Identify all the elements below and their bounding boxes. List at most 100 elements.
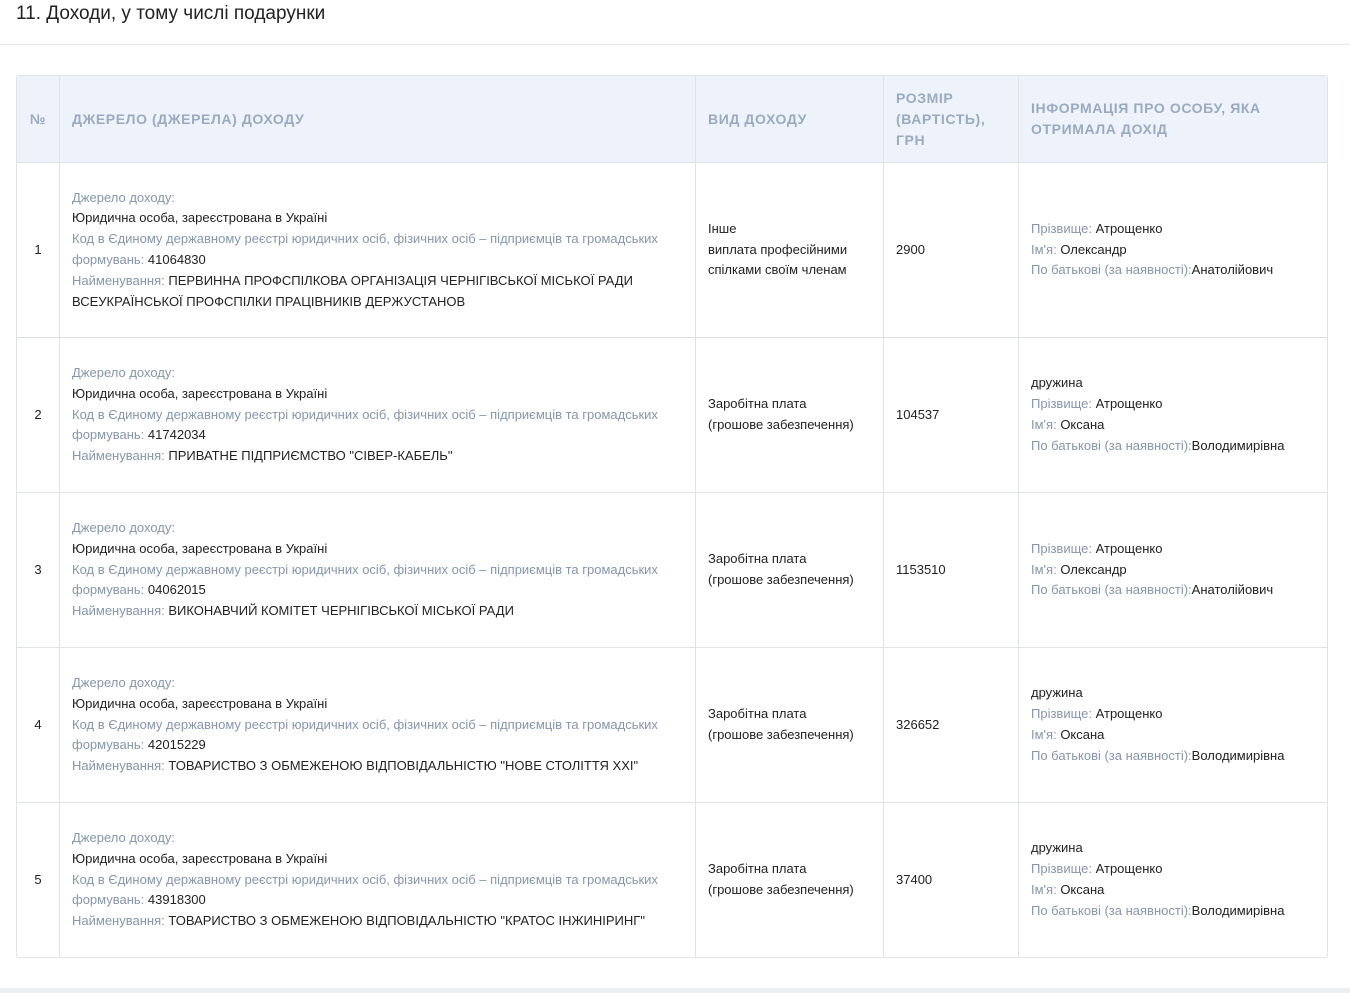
source-heading-label: Джерело доходу: <box>72 189 175 205</box>
registry-code-value: 41064830 <box>147 252 206 267</box>
recipient-relation: дружина <box>1031 375 1083 391</box>
organization-name-value: ТОВАРИСТВО З ОБМЕЖЕНОЮ ВІДПОВІДАЛЬНІСТЮ … <box>168 758 639 774</box>
header-recipient-info: ІНФОРМАЦІЯ ПРО ОСОБУ, ЯКА ОТРИМАЛА ДОХІД <box>1019 76 1327 163</box>
organization-name-label: Найменування: <box>72 272 165 288</box>
patronymic-value: Володимирівна <box>1191 437 1285 453</box>
recipient-relation: дружина <box>1031 685 1083 701</box>
organization-name-label: Найменування: <box>72 913 165 929</box>
patronymic-label: По батькові (за наявності): <box>1031 582 1192 598</box>
row-number: 3 <box>17 493 60 648</box>
patronymic-label: По батькові (за наявності): <box>1031 262 1192 278</box>
source-heading-label: Джерело доходу: <box>72 675 175 690</box>
amount-cell: 1153510 <box>884 493 1019 648</box>
income-type-cell: Заробітна плата (грошове забезпечення) <box>696 648 884 803</box>
row-number: 1 <box>17 163 60 338</box>
registry-code-value: 42015229 <box>147 737 206 753</box>
row-number: 2 <box>17 338 60 493</box>
header-income-type: ВИД ДОХОДУ <box>696 76 884 163</box>
surname-label: Прізвище: <box>1031 706 1092 722</box>
first-name-value: Олександр <box>1060 241 1127 257</box>
surname-label: Прізвище: <box>1031 396 1092 412</box>
income-table: № ДЖЕРЕЛО (ДЖЕРЕЛА) ДОХОДУ ВИД ДОХОДУ РО… <box>16 75 1328 958</box>
first-name-value: Олександр <box>1060 561 1127 577</box>
surname-label: Прізвище: <box>1031 861 1092 877</box>
table-row: 1 Джерело доходу: Юридична особа, зареєс… <box>17 163 1327 338</box>
first-name-label: Ім'я: <box>1031 882 1057 897</box>
patronymic-label: По батькові (за наявності): <box>1031 902 1192 918</box>
income-type-main: Заробітна плата <box>708 706 807 722</box>
income-source-cell: Джерело доходу: Юридична особа, зареєстр… <box>60 338 696 493</box>
registry-code-value: 41742034 <box>147 427 206 443</box>
row-number: 4 <box>17 648 60 803</box>
entity-type: Юридична особа, зареєстрована в Україні <box>72 850 328 866</box>
patronymic-value: Володимирівна <box>1191 902 1285 918</box>
recipient-info-cell: Прізвище: Атрощенко Ім'я: Олександр По бат… <box>1019 163 1327 338</box>
row-number: 5 <box>17 803 60 957</box>
surname-label: Прізвище: <box>1031 540 1092 556</box>
patronymic-label: По батькові (за наявності): <box>1031 747 1192 763</box>
header-amount: РОЗМІР (ВАРТІСТЬ), ГРН <box>884 76 1019 163</box>
bottom-divider <box>0 988 1350 993</box>
income-source-cell: Джерело доходу: Юридична особа, зареєстр… <box>60 493 696 648</box>
organization-name-label: Найменування: <box>72 448 165 464</box>
income-type-main: Заробітна плата <box>708 861 807 877</box>
table-row: 2 Джерело доходу: Юридична особа, зареєс… <box>17 338 1327 493</box>
income-source-cell: Джерело доходу: Юридична особа, зареєстр… <box>60 803 696 957</box>
entity-type: Юридична особа, зареєстрована в Україні <box>72 385 328 401</box>
recipient-info-cell: дружина Прізвище: Атрощенко Ім'я: Оксана По… <box>1019 648 1327 803</box>
first-name-value: Оксана <box>1060 882 1105 897</box>
amount-cell: 2900 <box>884 163 1019 338</box>
surname-value: Атрощенко <box>1095 540 1163 556</box>
entity-type: Юридична особа, зареєстрована в Україні <box>72 695 328 711</box>
organization-name-label: Найменування: <box>72 758 165 774</box>
table-row: 5 Джерело доходу: Юридична особа, зареєс… <box>17 803 1327 957</box>
organization-name-value: ВИКОНАВЧИЙ КОМІТЕТ ЧЕРНІГІВСЬКОЇ МІСЬКОЇ… <box>168 603 514 619</box>
entity-type: Юридична особа, зареєстрована в Україні <box>72 210 328 226</box>
header-number: № <box>17 76 60 163</box>
patronymic-value: Анатолійович <box>1191 262 1274 278</box>
amount-cell: 37400 <box>884 803 1019 957</box>
income-type-detail: (грошове забезпечення) <box>708 572 854 587</box>
income-type-detail: (грошове забезпечення) <box>708 727 854 742</box>
surname-value: Атрощенко <box>1095 706 1163 722</box>
first-name-value: Оксана <box>1060 417 1105 432</box>
amount-cell: 326652 <box>884 648 1019 803</box>
first-name-label: Ім'я: <box>1031 727 1057 742</box>
patronymic-label: По батькові (за наявності): <box>1031 437 1192 453</box>
patronymic-value: Володимирівна <box>1191 747 1285 763</box>
income-type-detail: (грошове забезпечення) <box>708 417 854 432</box>
source-heading-label: Джерело доходу: <box>72 520 175 535</box>
income-source-cell: Джерело доходу: Юридична особа, зареєстр… <box>60 163 696 338</box>
registry-code-value: 43918300 <box>147 892 206 908</box>
source-heading-label: Джерело доходу: <box>72 365 175 380</box>
first-name-label: Ім'я: <box>1031 241 1057 257</box>
first-name-label: Ім'я: <box>1031 417 1057 432</box>
income-type-detail: виплата професійними спілками своїм член… <box>708 241 848 278</box>
organization-name-value: ПРИВАТНЕ ПІДПРИЄМСТВО "СІВЕР-КАБЕЛЬ" <box>168 448 453 464</box>
organization-name-label: Найменування: <box>72 603 165 619</box>
income-type-cell: Заробітна плата (грошове забезпечення) <box>696 803 884 957</box>
income-source-cell: Джерело доходу: Юридична особа, зареєстр… <box>60 648 696 803</box>
surname-label: Прізвище: <box>1031 220 1092 236</box>
source-heading-label: Джерело доходу: <box>72 830 175 845</box>
registry-code-value: 04062015 <box>147 582 206 598</box>
income-type-cell: Заробітна плата (грошове забезпечення) <box>696 338 884 493</box>
income-type-main: Заробітна плата <box>708 396 807 412</box>
section-title: 11. Доходи, у тому числі подарунки <box>16 3 326 24</box>
surname-value: Атрощенко <box>1095 220 1163 236</box>
income-type-main: Інше <box>708 220 737 236</box>
surname-value: Атрощенко <box>1095 396 1163 412</box>
income-type-detail: (грошове забезпечення) <box>708 882 854 897</box>
header-income-source: ДЖЕРЕЛО (ДЖЕРЕЛА) ДОХОДУ <box>60 76 696 163</box>
title-divider <box>0 44 1350 45</box>
surname-value: Атрощенко <box>1095 861 1163 877</box>
income-type-cell: Інше виплата професійними спілками своїм… <box>696 163 884 338</box>
income-type-cell: Заробітна плата (грошове забезпечення) <box>696 493 884 648</box>
recipient-info-cell: дружина Прізвище: Атрощенко Ім'я: Оксана По… <box>1019 803 1327 957</box>
organization-name-value: ТОВАРИСТВО З ОБМЕЖЕНОЮ ВІДПОВІДАЛЬНІСТЮ … <box>168 913 645 929</box>
patronymic-value: Анатолійович <box>1191 582 1274 598</box>
amount-cell: 104537 <box>884 338 1019 493</box>
table-row: 3 Джерело доходу: Юридична особа, зареєс… <box>17 493 1327 648</box>
table-header-row: № ДЖЕРЕЛО (ДЖЕРЕЛА) ДОХОДУ ВИД ДОХОДУ РО… <box>17 76 1327 163</box>
income-type-main: Заробітна плата <box>708 551 807 567</box>
